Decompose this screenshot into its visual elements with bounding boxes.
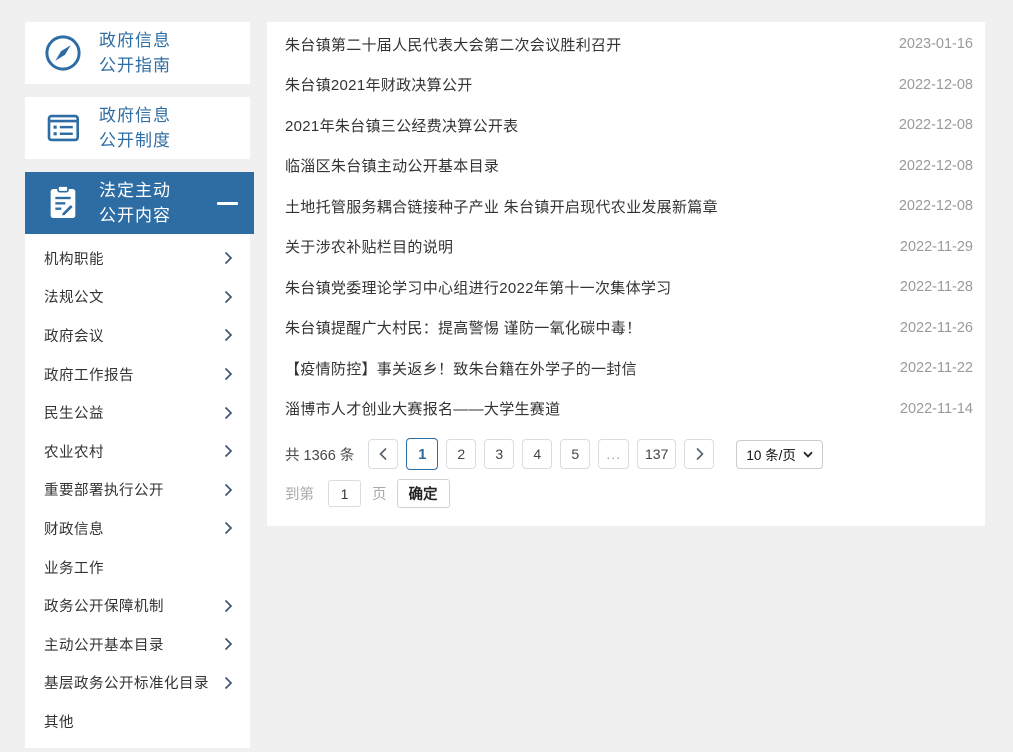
page-size-label: 10 条/页 xyxy=(746,444,796,464)
sidebar-item-guide-label: 政府信息 公开指南 xyxy=(99,28,171,78)
chevron-right-icon xyxy=(224,406,233,420)
sidebar-item-zhengfuhuiyi[interactable]: 政府会议 xyxy=(25,316,250,355)
news-title[interactable]: 朱台镇提醒广大村民：提高警惕 谨防一氧化碳中毒！ xyxy=(285,317,641,338)
chevron-right-icon xyxy=(224,251,233,265)
sidebar-item-gongzuobaogao[interactable]: 政府工作报告 xyxy=(25,355,250,394)
news-title[interactable]: 朱台镇第二十届人民代表大会第二次会议胜利召开 xyxy=(285,34,622,55)
news-date: 2022-12-08 xyxy=(899,158,973,174)
news-date: 2022-11-14 xyxy=(900,401,973,417)
sidebar-item-qita[interactable]: 其他 xyxy=(25,702,250,741)
pagination: 共 1366 条 1 2 3 4 5 ... 137 10 条/页 xyxy=(285,438,973,470)
sidebar-item-yewugongzuo[interactable]: 业务工作 xyxy=(25,548,250,587)
page-button-137[interactable]: 137 xyxy=(637,439,676,469)
compass-icon xyxy=(41,31,85,75)
news-date: 2022-11-29 xyxy=(900,239,973,255)
sidebar-item-nongyenongcun[interactable]: 农业农村 xyxy=(25,432,250,471)
chevron-down-icon xyxy=(803,451,813,458)
page-button-5[interactable]: 5 xyxy=(560,439,590,469)
chevron-right-icon xyxy=(224,637,233,651)
sidebar-item-minshenggongyi[interactable]: 民生公益 xyxy=(25,393,250,432)
news-title[interactable]: 土地托管服务耦合链接种子产业 朱台镇开启现代农业发展新篇章 xyxy=(285,196,718,217)
chevron-right-icon xyxy=(224,367,233,381)
chevron-right-icon xyxy=(224,444,233,458)
sidebar-item-faguigongwen[interactable]: 法规公文 xyxy=(25,278,250,317)
sidebar-item-legal-disclosure-label: 法定主动 公开内容 xyxy=(99,178,171,228)
chevron-right-icon xyxy=(224,483,233,497)
news-title[interactable]: 【疫情防控】事关返乡！致朱台籍在外学子的一封信 xyxy=(285,358,637,379)
news-date: 2022-11-26 xyxy=(900,320,973,336)
goto-page-row: 到第 页 确定 xyxy=(285,479,973,508)
sidebar-sub-list: 机构职能 法规公文 政府会议 政府工作报告 民生公益 农业农村 重要部署执行公开 xyxy=(25,234,250,748)
goto-prefix-label: 到第 xyxy=(285,483,314,504)
news-row[interactable]: 朱台镇第二十届人民代表大会第二次会议胜利召开 2023-01-16 xyxy=(285,24,973,65)
news-date: 2022-12-08 xyxy=(899,117,973,133)
sidebar-item-baozhangjizhi[interactable]: 政务公开保障机制 xyxy=(25,586,250,625)
news-date: 2022-12-08 xyxy=(899,77,973,93)
news-title[interactable]: 关于涉农补贴栏目的说明 xyxy=(285,236,453,257)
goto-suffix-label: 页 xyxy=(372,483,387,504)
chevron-right-icon xyxy=(224,290,233,304)
sidebar-item-system-label: 政府信息 公开制度 xyxy=(99,103,171,153)
sidebar-item-jigouzhineng[interactable]: 机构职能 xyxy=(25,239,250,278)
news-row[interactable]: 临淄区朱台镇主动公开基本目录 2022-12-08 xyxy=(285,146,973,187)
sidebar-item-jibenmulu[interactable]: 主动公开基本目录 xyxy=(25,625,250,664)
sidebar-item-legal-disclosure[interactable]: 法定主动 公开内容 xyxy=(25,172,254,234)
minus-icon xyxy=(217,202,238,205)
pagination-total: 共 1366 条 xyxy=(285,444,354,465)
news-row[interactable]: 2021年朱台镇三公经费决算公开表 2022-12-08 xyxy=(285,105,973,146)
page-button-3[interactable]: 3 xyxy=(484,439,514,469)
next-page-button[interactable] xyxy=(684,439,714,469)
notebook-list-icon xyxy=(41,106,85,150)
news-row[interactable]: 淄博市人才创业大赛报名——大学生赛道 2022-11-14 xyxy=(285,389,973,430)
news-row[interactable]: 关于涉农补贴栏目的说明 2022-11-29 xyxy=(285,227,973,268)
sidebar-item-guide[interactable]: 政府信息 公开指南 xyxy=(25,22,250,84)
confirm-button[interactable]: 确定 xyxy=(397,479,450,508)
news-row[interactable]: 土地托管服务耦合链接种子产业 朱台镇开启现代农业发展新篇章 2022-12-08 xyxy=(285,186,973,227)
prev-page-button[interactable] xyxy=(368,439,398,469)
news-date: 2022-12-08 xyxy=(899,198,973,214)
chevron-right-icon xyxy=(224,521,233,535)
chevron-right-icon xyxy=(224,599,233,613)
news-title[interactable]: 朱台镇党委理论学习中心组进行2022年第十一次集体学习 xyxy=(285,277,671,298)
clipboard-pencil-icon xyxy=(41,181,85,225)
news-row[interactable]: 朱台镇2021年财政决算公开 2022-12-08 xyxy=(285,65,973,106)
news-title[interactable]: 2021年朱台镇三公经费决算公开表 xyxy=(285,115,518,136)
page-button-4[interactable]: 4 xyxy=(522,439,552,469)
news-row[interactable]: 【疫情防控】事关返乡！致朱台籍在外学子的一封信 2022-11-22 xyxy=(285,348,973,389)
news-date: 2023-01-16 xyxy=(899,36,973,52)
chevron-right-icon xyxy=(224,676,233,690)
news-title[interactable]: 朱台镇2021年财政决算公开 xyxy=(285,74,473,95)
page-ellipsis[interactable]: ... xyxy=(598,439,629,469)
news-title[interactable]: 淄博市人才创业大赛报名——大学生赛道 xyxy=(285,398,560,419)
goto-page-input[interactable] xyxy=(328,480,361,507)
news-title[interactable]: 临淄区朱台镇主动公开基本目录 xyxy=(285,155,499,176)
sidebar-item-system[interactable]: 政府信息 公开制度 xyxy=(25,97,250,159)
sidebar-item-zhongyaobushu[interactable]: 重要部署执行公开 xyxy=(25,471,250,510)
sidebar-item-caizhengxinxi[interactable]: 财政信息 xyxy=(25,509,250,548)
sidebar: 政府信息 公开指南 政府信息 公开制度 xyxy=(25,22,250,748)
news-row[interactable]: 朱台镇提醒广大村民：提高警惕 谨防一氧化碳中毒！ 2022-11-26 xyxy=(285,308,973,349)
news-date: 2022-11-28 xyxy=(900,279,973,295)
news-list-panel: 朱台镇第二十届人民代表大会第二次会议胜利召开 2023-01-16 朱台镇202… xyxy=(267,22,985,526)
chevron-right-icon xyxy=(224,328,233,342)
page-size-select[interactable]: 10 条/页 xyxy=(736,440,823,469)
sidebar-item-biaozhunhuamulu[interactable]: 基层政务公开标准化目录 xyxy=(25,664,250,703)
news-date: 2022-11-22 xyxy=(900,360,973,376)
news-row[interactable]: 朱台镇党委理论学习中心组进行2022年第十一次集体学习 2022-11-28 xyxy=(285,267,973,308)
page-button-2[interactable]: 2 xyxy=(446,439,476,469)
page-button-1[interactable]: 1 xyxy=(406,438,438,470)
